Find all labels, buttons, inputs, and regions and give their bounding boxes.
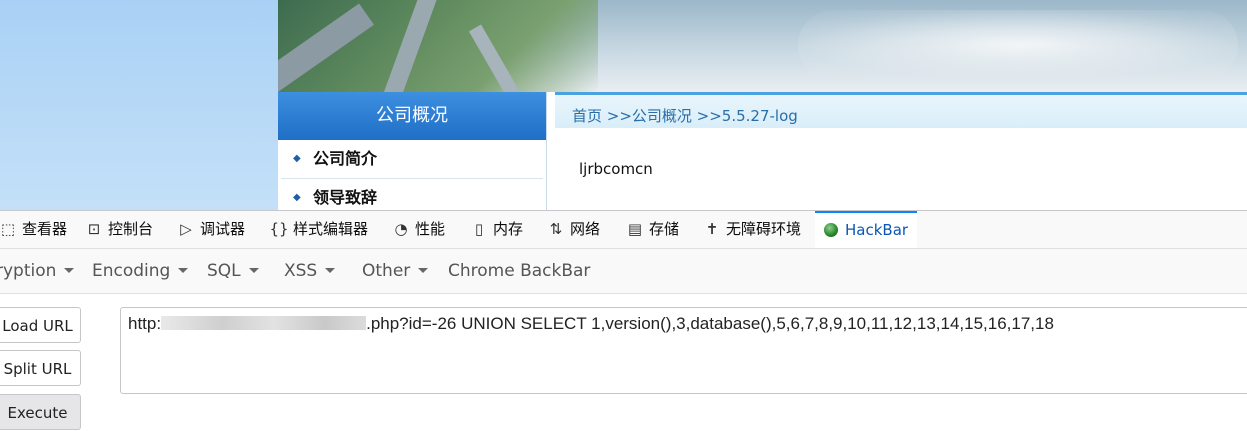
xss-menu[interactable]: XSS	[284, 249, 336, 293]
tab-style-editor[interactable]: {} 样式编辑器	[269, 211, 368, 248]
tab-console[interactable]: ⊡ 控制台	[84, 211, 153, 248]
content-text: ljrbcomcn	[579, 160, 653, 178]
tab-memory[interactable]: ▯ 内存	[469, 211, 523, 248]
tab-performance[interactable]: ◔ 性能	[391, 211, 445, 248]
other-menu[interactable]: Other	[362, 249, 429, 293]
sidebar-title: 公司概况	[278, 92, 546, 140]
hackbar-icon	[824, 223, 838, 237]
redacted-text	[161, 316, 367, 330]
tab-network[interactable]: ⇅ 网络	[546, 211, 600, 248]
devtools-panel: ⬚ 查看器 ⊡ 控制台 ▷ 调试器 {} 样式编辑器 ◔ 性能 ▯ 内存 ⇅ 网络 ▤ 存储 ✝…	[0, 210, 1247, 430]
bullet-icon: ◆	[293, 192, 301, 203]
encoding-menu[interactable]: Encoding	[92, 249, 189, 293]
breadcrumb: 首页 >>公司概况 >>5.5.27-log	[555, 92, 1247, 128]
memory-icon: ▯	[474, 220, 484, 238]
style-editor-icon: {}	[269, 220, 289, 238]
console-icon: ⊡	[87, 220, 101, 238]
web-page: 公司概况 ◆ 公司简介 ◆ 领导致辞 首页 >>公司概况 >>5.5.27-lo…	[0, 0, 1247, 210]
encryption-menu[interactable]: ryption	[0, 249, 75, 293]
devtools-tabbar: ⬚ 查看器 ⊡ 控制台 ▷ 调试器 {} 样式编辑器 ◔ 性能 ▯ 内存 ⇅ 网络 ▤ 存储 ✝…	[0, 211, 1247, 249]
bullet-icon: ◆	[293, 153, 301, 164]
sidebar-item-company-intro[interactable]: ◆ 公司简介	[281, 140, 543, 179]
accessibility-icon: ✝	[705, 220, 719, 238]
tab-storage[interactable]: ▤ 存储	[625, 211, 679, 248]
network-icon: ⇅	[549, 220, 563, 238]
sidebar-item-leader-speech[interactable]: ◆ 领导致辞	[281, 179, 543, 210]
banner-image	[278, 0, 1247, 92]
tab-hackbar[interactable]: HackBar	[815, 211, 918, 248]
url-input[interactable]: http: .php?id=-26 UNION SELECT 1,version(…	[120, 307, 1247, 394]
sidebar-item-label: 领导致辞	[313, 188, 378, 207]
url-text: http: .php?id=-26 UNION SELECT 1,version(…	[128, 314, 1054, 333]
performance-icon: ◔	[394, 220, 408, 238]
hackbar-menubar: ryption Encoding SQL XSS Other Chrome Ba…	[0, 249, 1247, 294]
inspector-icon: ⬚	[0, 220, 16, 238]
tab-debugger[interactable]: ▷ 调试器	[176, 211, 245, 248]
chevron-down-icon	[178, 268, 189, 273]
split-url-button[interactable]: Split URL	[0, 350, 81, 386]
execute-button[interactable]: Execute	[0, 394, 81, 430]
tab-inspector[interactable]: ⬚ 查看器	[0, 211, 67, 248]
sql-menu[interactable]: SQL	[207, 249, 259, 293]
tab-accessibility[interactable]: ✝ 无障碍环境	[702, 211, 801, 248]
sidebar-item-label: 公司简介	[313, 149, 378, 168]
chevron-down-icon	[64, 268, 75, 273]
chevron-down-icon	[248, 268, 259, 273]
page-background-left	[0, 0, 278, 210]
sidebar: 公司概况 ◆ 公司简介 ◆ 领导致辞	[278, 92, 547, 210]
storage-icon: ▤	[627, 220, 643, 238]
debugger-icon: ▷	[180, 220, 192, 238]
load-url-button[interactable]: Load URL	[0, 307, 81, 343]
chevron-down-icon	[418, 268, 429, 273]
chevron-down-icon	[325, 268, 336, 273]
chrome-backbar-menu[interactable]: Chrome BackBar	[448, 249, 590, 293]
